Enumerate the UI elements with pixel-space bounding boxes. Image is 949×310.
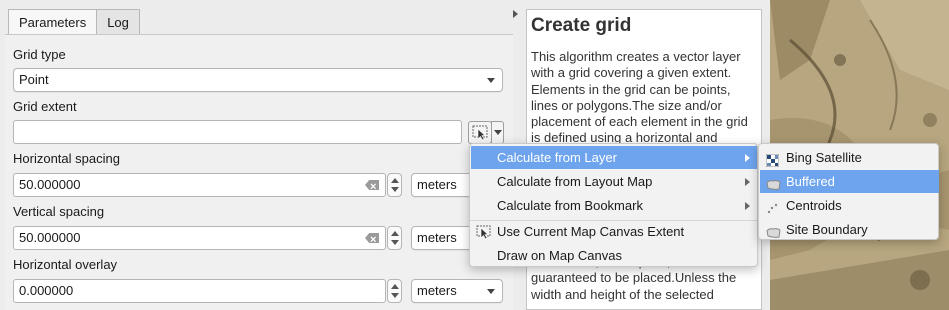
chevron-right-icon	[745, 202, 750, 210]
help-body: This algorithm creates a vector layer wi…	[531, 49, 748, 146]
collapse-help-icon[interactable]	[513, 10, 518, 18]
h-overlay-unit-select[interactable]: meters	[411, 279, 503, 303]
v-spacing-label: Vertical spacing	[13, 204, 105, 219]
grid-extent-label: Grid extent	[13, 99, 77, 114]
submenu-item-label: Buffered	[786, 174, 835, 189]
clear-icon[interactable]	[365, 233, 379, 243]
menu-item-label: Draw on Map Canvas	[497, 248, 622, 263]
spin-up-icon[interactable]	[391, 231, 399, 236]
menu-item-label: Use Current Map Canvas Extent	[497, 224, 685, 239]
chevron-down-icon	[487, 289, 495, 294]
h-overlay-input[interactable]: 0.000000	[13, 279, 386, 303]
clear-icon[interactable]	[365, 180, 379, 190]
polygon-layer-icon	[766, 223, 781, 246]
menu-item-use-current-map-canvas-extent[interactable]: Use Current Map Canvas Extent	[471, 220, 757, 243]
spin-up-icon[interactable]	[391, 284, 399, 289]
grid-type-label: Grid type	[13, 47, 66, 62]
submenu-item-centroids[interactable]: Centroids	[760, 194, 939, 217]
tab-parameters[interactable]: Parameters	[8, 9, 98, 35]
v-spacing-value: 50.000000	[19, 230, 81, 245]
v-spacing-input[interactable]: 50.000000	[13, 226, 386, 250]
menu-item-label: Calculate from Layout Map	[497, 174, 653, 189]
h-spacing-unit-value: meters	[417, 177, 457, 192]
v-spacing-unit-value: meters	[417, 230, 457, 245]
select-extent-button[interactable]	[468, 121, 492, 144]
submenu-item-site-boundary[interactable]: Site Boundary	[760, 218, 939, 241]
grid-extent-input[interactable]	[13, 120, 462, 144]
menu-item-calculate-from-layer[interactable]: Calculate from Layer	[471, 146, 757, 169]
menu-item-label: Calculate from Layer	[497, 150, 617, 165]
menu-item-label: Calculate from Bookmark	[497, 198, 643, 213]
menu-item-calculate-from-layout-map[interactable]: Calculate from Layout Map	[471, 170, 757, 193]
spin-down-icon[interactable]	[391, 240, 399, 245]
submenu-item-label: Bing Satellite	[786, 150, 862, 165]
extent-context-menu: Calculate from Layer Calculate from Layo…	[469, 143, 758, 267]
h-overlay-label: Horizontal overlay	[13, 257, 118, 272]
spin-down-icon[interactable]	[391, 293, 399, 298]
grid-type-value: Point	[19, 72, 49, 87]
h-spacing-spinner[interactable]	[387, 173, 402, 197]
help-title: Create grid	[531, 15, 632, 36]
h-overlay-value: 0.000000	[19, 283, 74, 298]
menu-item-draw-on-map-canvas[interactable]: Draw on Map Canvas	[471, 244, 757, 267]
h-overlay-unit-value: meters	[417, 283, 457, 298]
chevron-down-icon	[487, 78, 495, 83]
h-spacing-label: Horizontal spacing	[13, 151, 120, 166]
chevron-down-icon	[494, 130, 502, 135]
chevron-right-icon	[745, 178, 750, 186]
tab-log[interactable]: Log	[96, 9, 140, 34]
spin-down-icon[interactable]	[391, 187, 399, 192]
grid-type-select[interactable]: Point	[13, 68, 503, 92]
layer-submenu: Bing Satellite Buffered Centroids Site B…	[758, 143, 939, 240]
v-spacing-spinner[interactable]	[387, 226, 402, 250]
extent-menu-dropdown[interactable]	[491, 121, 504, 144]
submenu-item-label: Site Boundary	[786, 222, 868, 237]
h-spacing-input[interactable]: 50.000000	[13, 173, 386, 197]
chevron-right-icon	[745, 154, 750, 162]
submenu-item-bing-satellite[interactable]: Bing Satellite	[760, 146, 939, 169]
extent-cursor-icon	[472, 125, 488, 141]
menu-item-calculate-from-bookmark[interactable]: Calculate from Bookmark	[471, 194, 757, 217]
spin-up-icon[interactable]	[391, 178, 399, 183]
submenu-item-label: Centroids	[786, 198, 842, 213]
tab-bar: Parameters Log	[8, 9, 140, 35]
h-overlay-spinner[interactable]	[387, 279, 402, 303]
h-spacing-value: 50.000000	[19, 177, 81, 192]
submenu-item-buffered[interactable]: Buffered	[760, 170, 939, 193]
